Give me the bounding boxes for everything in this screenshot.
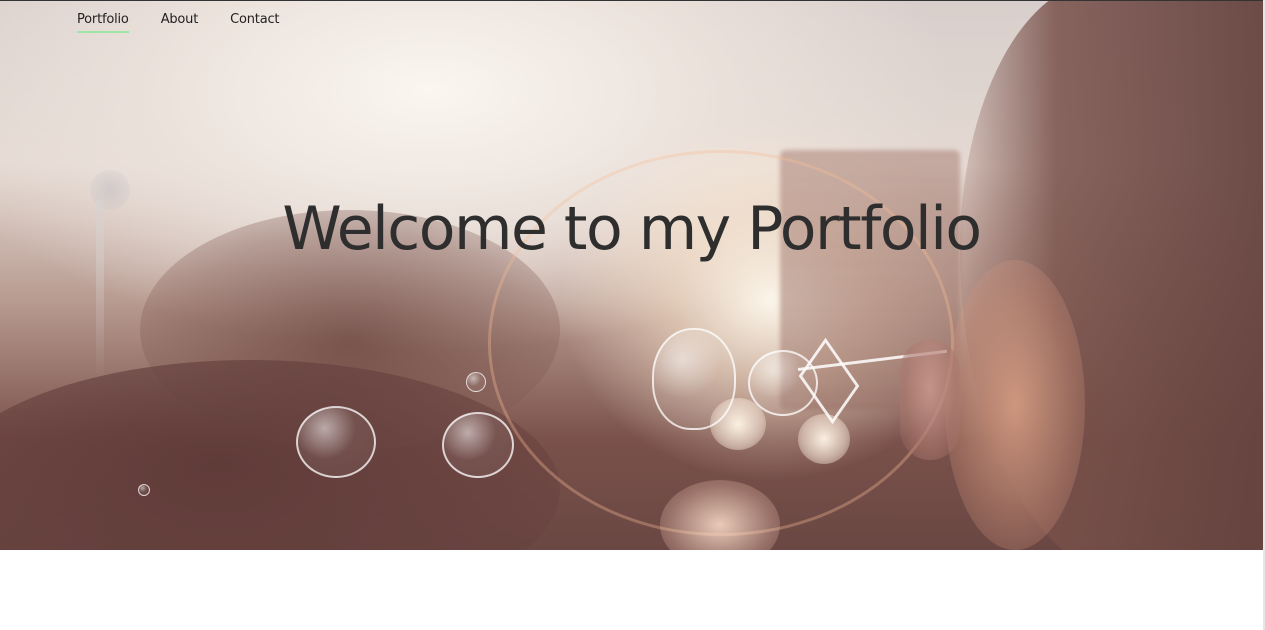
hero-bubble — [442, 412, 514, 478]
nav-item-about[interactable]: About — [161, 10, 199, 33]
nav-item-portfolio[interactable]: Portfolio — [77, 10, 129, 33]
hero-bubble — [652, 328, 736, 430]
hero-background-face — [945, 260, 1085, 550]
hero-bokeh-light — [798, 414, 850, 464]
hero-title: Welcome to my Portfolio — [282, 194, 982, 264]
top-navigation: Portfolio About Contact — [77, 10, 311, 40]
top-border — [0, 0, 1265, 1]
page: Portfolio About Contact Welcome to my Po… — [0, 0, 1265, 630]
nav-item-contact[interactable]: Contact — [230, 10, 279, 33]
hero-banner — [0, 0, 1263, 550]
hero-background-hand — [900, 340, 960, 460]
hero-bubble — [138, 484, 150, 496]
hero-bubble — [296, 406, 376, 478]
hero-bubble — [466, 372, 486, 392]
